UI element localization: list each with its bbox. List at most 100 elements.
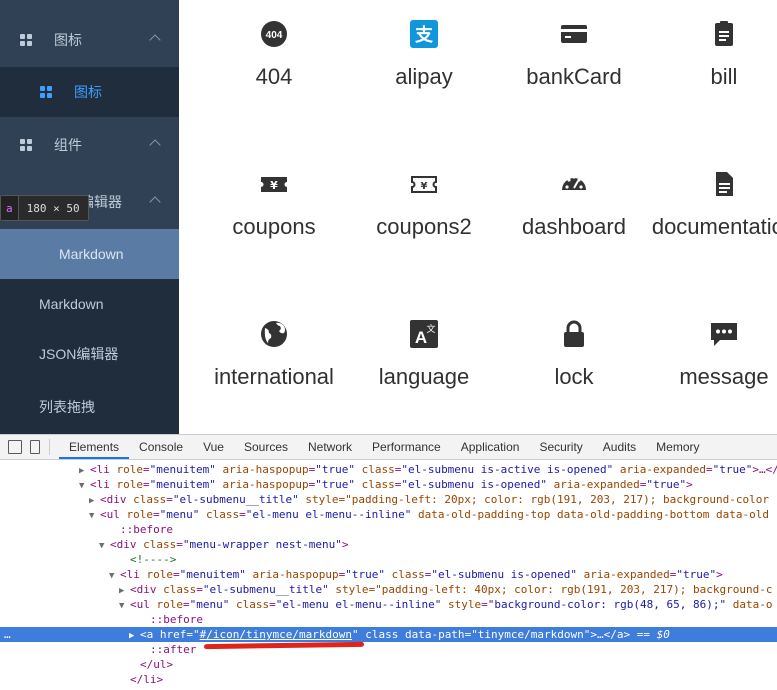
icon-name: documentation [651,214,777,239]
tab-audits[interactable]: Audits [593,435,646,459]
tooltip-size: 180 × 50 [26,201,80,215]
sidebar-item-list-drag[interactable]: 列表拖拽 [0,379,179,434]
dom-node-line[interactable]: ▶ <li role="menuitem" aria-haspopup="true… [0,462,777,477]
dom-node-markup: </li> [130,673,164,686]
dom-node-line[interactable]: <!----> [0,552,777,567]
device-toolbar-icon[interactable] [30,440,40,454]
chevron-up-icon [149,196,161,208]
icon-cell[interactable]: bankCard [499,0,649,150]
sidebar-item-label: JSON编辑器 [39,346,119,362]
elements-dom-tree[interactable]: ▶ <li role="menuitem" aria-haspopup="true… [0,460,777,690]
dom-node-line[interactable]: ▶ <div class="el-submenu__title" style="p… [0,492,777,507]
svg-text:文: 文 [426,323,435,335]
alipay-icon: 支 [410,20,438,48]
devtools-tabbar: Elements Console Vue Sources Network Per… [0,434,777,460]
tab-performance[interactable]: Performance [362,435,451,459]
svg-text:¥: ¥ [421,181,428,192]
sidebar-menu: 图标 图标 组件 编辑器 Markdown Markdown JSON编辑器 列… [0,0,179,434]
tab-application[interactable]: Application [451,435,530,459]
tab-console[interactable]: Console [129,435,193,459]
dashboard-icon [562,175,586,190]
icon-cell[interactable]: ¥ coupons2 [349,150,499,300]
icon-cell[interactable]: international [199,300,349,434]
icon-cell[interactable]: message [649,300,777,434]
dom-node-markup: <a href="#/icon/tinymce/markdown" class … [140,628,670,641]
dom-node-line[interactable]: ::before [0,612,777,627]
chevron-up-icon [149,139,161,151]
dom-node-line[interactable]: ▶ <div class="el-submenu__title" style="p… [0,582,777,597]
tab-vue[interactable]: Vue [193,435,234,459]
sidebar-submenu-components[interactable]: 组件 [0,120,179,170]
coupons2-icon: ¥ [411,176,437,193]
dom-node-line[interactable]: ::after [0,642,777,657]
dom-node-line[interactable]: </ul> [0,657,777,672]
icon-grid: 404 404 支 alipay bankCard bill ¥ coupons… [179,0,777,434]
inspect-element-icon[interactable] [8,440,22,454]
dom-node-line[interactable]: ▼ <ul role="menu" class="el-menu el-menu-… [0,597,777,612]
documentation-icon [716,172,733,196]
icon-cell[interactable]: A 文 language [349,300,499,434]
icon-cell[interactable]: documentation [649,150,777,300]
gutter-ellipsis-icon[interactable]: … [4,627,11,642]
tooltip-tag: a [1,196,19,220]
404-icon: 404 [261,21,287,47]
chevron-up-icon [149,34,161,46]
sidebar-submenu-icons[interactable]: 图标 [0,15,179,65]
sidebar-submenu-label: 图标 [54,32,82,48]
toolbar-divider [49,439,50,455]
sidebar-item-label: 列表拖拽 [39,398,95,415]
tab-security[interactable]: Security [529,435,592,459]
sidebar-item-icons[interactable]: 图标 [0,67,179,117]
icon-cell[interactable]: ¥ coupons [199,150,349,300]
icon-name: message [679,364,769,389]
dom-node-markup: <!----> [130,553,177,566]
icon-cell[interactable]: dashboard [499,150,649,300]
sidebar-item-markdown-selected[interactable]: Markdown [0,229,179,279]
icon-cell[interactable]: bill [649,0,777,150]
dom-node-markup: <div class="menu-wrapper nest-menu"> [110,538,349,551]
dom-node-line[interactable]: ▼ <li role="menuitem" aria-haspopup="true… [0,477,777,492]
svg-text:¥: ¥ [270,179,278,192]
tab-network[interactable]: Network [298,435,362,459]
dom-node-markup: <li role="menuitem" aria-haspopup="true"… [90,463,777,476]
element-size-tooltip: a 180 × 50 [0,195,89,221]
svg-text:支: 支 [414,24,434,46]
tab-memory[interactable]: Memory [646,435,709,459]
dom-node-line[interactable]: ▼ <li role="menuitem" aria-haspopup="true… [0,567,777,582]
grid-icon [20,139,32,151]
lock-icon [564,320,584,347]
dom-node-line[interactable]: </li> [0,672,777,687]
dom-node-markup: <div class="el-submenu__title" style="pa… [130,583,773,596]
dom-node-line[interactable]: ::before [0,522,777,537]
tab-elements[interactable]: Elements [59,435,130,459]
language-icon: A 文 [410,320,438,348]
dom-node-markup: ::before [150,613,203,626]
sidebar-item-label: Markdown [59,246,124,262]
dom-node-selected[interactable]: ▶ <a href="#/icon/tinymce/markdown" class… [0,627,777,642]
tab-sources[interactable]: Sources [234,435,298,459]
coupons-icon: ¥ [261,177,287,192]
icon-name: bill [710,64,738,89]
svg-text:404: 404 [266,30,283,41]
dom-node-markup: <ul role="menu" class="el-menu el-menu--… [130,598,773,611]
dom-node-markup: <li role="menuitem" aria-haspopup="true"… [90,478,693,491]
dom-node-line[interactable]: ▼ <div class="menu-wrapper nest-menu"> [0,537,777,552]
dom-node-line[interactable]: ▼ <ul role="menu" class="el-menu el-menu-… [0,507,777,522]
dom-node-markup: <ul role="menu" class="el-menu el-menu--… [100,508,769,521]
grid-icon [20,34,32,46]
bank-card-icon [561,25,587,43]
icon-cell[interactable]: 支 alipay [349,0,499,150]
icon-cell[interactable]: 404 404 [199,0,349,150]
dom-node-markup: ::before [120,523,173,536]
message-icon [711,323,737,346]
bill-icon [715,21,733,46]
grid-icon [40,86,52,98]
sidebar-item-label: Markdown [39,296,104,312]
international-icon [261,321,287,347]
svg-text:A: A [415,328,427,347]
sidebar-item-json-editor[interactable]: JSON编辑器 [0,329,179,379]
dom-node-markup: ::after [150,643,197,656]
icon-cell[interactable]: lock [499,300,649,434]
dom-node-markup: <li role="menuitem" aria-haspopup="true"… [120,568,723,581]
sidebar-item-markdown[interactable]: Markdown [0,279,179,329]
